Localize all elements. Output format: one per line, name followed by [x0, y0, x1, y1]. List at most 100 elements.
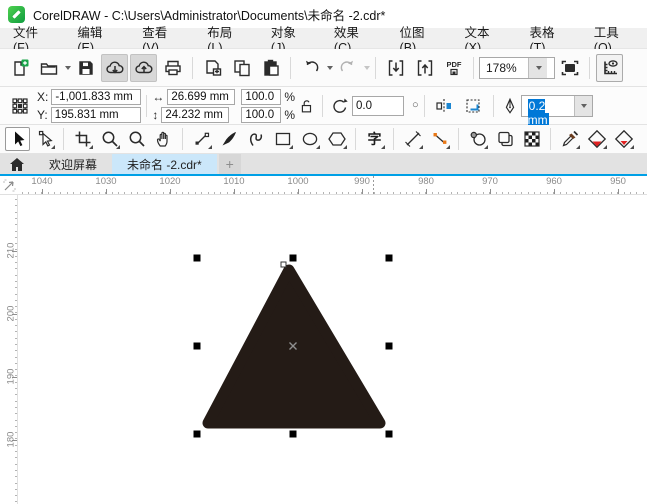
- page-boundary-mark: [373, 176, 374, 195]
- undo-icon[interactable]: [297, 54, 324, 82]
- interactive-fill-tool-icon[interactable]: [584, 127, 609, 151]
- copy-icon[interactable]: [228, 54, 255, 82]
- separator: [550, 128, 551, 150]
- selection-handle[interactable]: [385, 342, 393, 350]
- save-icon[interactable]: [72, 54, 99, 82]
- connector-tool-icon[interactable]: [427, 127, 452, 151]
- vertical-ruler: 210 200 190 180: [0, 195, 18, 504]
- pan-tool-icon[interactable]: [151, 127, 176, 151]
- outline-pen-icon: [500, 92, 520, 120]
- print-icon[interactable]: [159, 54, 186, 82]
- drawing-canvas[interactable]: [18, 195, 647, 504]
- home-icon[interactable]: [0, 154, 34, 174]
- y-position-label: Y:: [37, 107, 48, 122]
- fullscreen-preview-icon[interactable]: [556, 54, 583, 82]
- zoom-level-value: 178%: [486, 60, 517, 75]
- polygon-tool-icon[interactable]: [324, 127, 349, 151]
- percent-label: %: [284, 107, 296, 122]
- vruler-label: 190: [5, 368, 17, 385]
- scale-width-input[interactable]: [241, 88, 282, 105]
- mirror-horizontal-icon[interactable]: [431, 92, 458, 120]
- scale-height-input[interactable]: [241, 106, 282, 123]
- smart-fill-tool-icon[interactable]: [611, 127, 636, 151]
- vruler-label: 180: [5, 431, 17, 448]
- x-position-input[interactable]: [51, 88, 142, 105]
- selection-handle[interactable]: [193, 430, 201, 438]
- document-tab-1[interactable]: 未命名 -2.cdr*: [112, 154, 217, 174]
- color-eyedropper-tool-icon[interactable]: [557, 127, 582, 151]
- ruler-origin-icon[interactable]: [0, 176, 18, 195]
- x-position-label: X:: [37, 89, 49, 104]
- import-icon[interactable]: [382, 54, 409, 82]
- selection-handle[interactable]: [289, 254, 297, 262]
- object-width-input[interactable]: [167, 88, 236, 105]
- export-icon[interactable]: [411, 54, 438, 82]
- open-folder-icon[interactable]: [35, 54, 62, 82]
- rotation-angle-input[interactable]: [352, 95, 405, 116]
- selection-handle[interactable]: [385, 254, 393, 262]
- artistic-media-tool-icon[interactable]: [216, 127, 241, 151]
- separator: [393, 128, 394, 150]
- zoom-level-combo[interactable]: 178%: [479, 56, 555, 79]
- crop-tool-icon[interactable]: [70, 127, 95, 151]
- selection-handle[interactable]: [193, 254, 201, 262]
- outline-width-combo[interactable]: 0.2 mm: [520, 94, 593, 127]
- hruler-label: 1020: [159, 176, 181, 187]
- zoom-level-dropdown[interactable]: [528, 57, 547, 78]
- vruler-label: 210: [5, 242, 17, 259]
- zoom-tool-secondary-icon[interactable]: [124, 127, 149, 151]
- cloud-upload-icon[interactable]: [130, 53, 157, 82]
- selection-handle[interactable]: [289, 430, 297, 438]
- hruler-label: 1010: [223, 176, 245, 187]
- open-folder-dropdown[interactable]: [65, 65, 71, 70]
- show-rulers-icon[interactable]: [596, 53, 623, 82]
- lock-ratio-icon[interactable]: [296, 92, 316, 120]
- separator: [322, 94, 324, 117]
- duplicate-icon[interactable]: [199, 54, 226, 82]
- separator: [355, 128, 356, 150]
- object-origin-grid-icon[interactable]: [6, 92, 33, 120]
- canvas-svg: [193, 254, 393, 438]
- separator: [492, 94, 494, 117]
- object-height-input[interactable]: [161, 106, 230, 123]
- y-position-input[interactable]: [50, 106, 141, 123]
- wrap-text-icon[interactable]: [460, 92, 487, 120]
- selection-handle[interactable]: [193, 342, 201, 350]
- object-height-icon: ↕: [152, 107, 159, 122]
- undo-dropdown[interactable]: [327, 65, 333, 70]
- apex-node-marker[interactable]: [280, 261, 287, 268]
- hruler-label: 1000: [287, 176, 309, 187]
- publish-pdf-icon[interactable]: PDF: [440, 54, 467, 82]
- property-bar: X: Y: ↔ ↕ % % ○ 0.2: [0, 87, 647, 127]
- selection-handle[interactable]: [385, 430, 393, 438]
- outline-width-dropdown[interactable]: [573, 95, 592, 116]
- rotate-angle-icon: [329, 92, 351, 120]
- pick-tool-icon[interactable]: [5, 127, 30, 151]
- separator: [192, 56, 193, 79]
- new-tab-button[interactable]: +: [218, 154, 241, 174]
- curve-tool-icon[interactable]: [243, 127, 268, 151]
- document-tab-0[interactable]: 欢迎屏幕: [34, 154, 112, 174]
- new-document-icon[interactable]: [6, 54, 33, 82]
- text-tool-icon[interactable]: 字: [362, 127, 387, 151]
- redo-dropdown[interactable]: [364, 65, 370, 70]
- zoom-tool-icon[interactable]: [97, 127, 122, 151]
- paste-icon[interactable]: [257, 54, 284, 82]
- ellipse-tool-icon[interactable]: [297, 127, 322, 151]
- hruler-label: 1040: [31, 176, 53, 187]
- workspace[interactable]: 210 200 190 180: [0, 195, 647, 504]
- separator: [473, 56, 474, 79]
- drop-shadow-tool-icon[interactable]: [492, 127, 517, 151]
- dimension-tool-icon[interactable]: [400, 127, 425, 151]
- separator: [146, 94, 148, 117]
- freehand-tool-icon[interactable]: [189, 127, 214, 151]
- separator: [63, 128, 64, 150]
- cloud-download-icon[interactable]: [101, 53, 128, 82]
- transparency-tool-icon[interactable]: [465, 127, 490, 151]
- separator: [182, 128, 183, 150]
- separator: [589, 56, 590, 79]
- rectangle-tool-icon[interactable]: [270, 127, 295, 151]
- mesh-fill-tool-icon[interactable]: [519, 127, 544, 151]
- separator: [375, 56, 376, 79]
- shape-tool-icon[interactable]: [32, 127, 57, 151]
